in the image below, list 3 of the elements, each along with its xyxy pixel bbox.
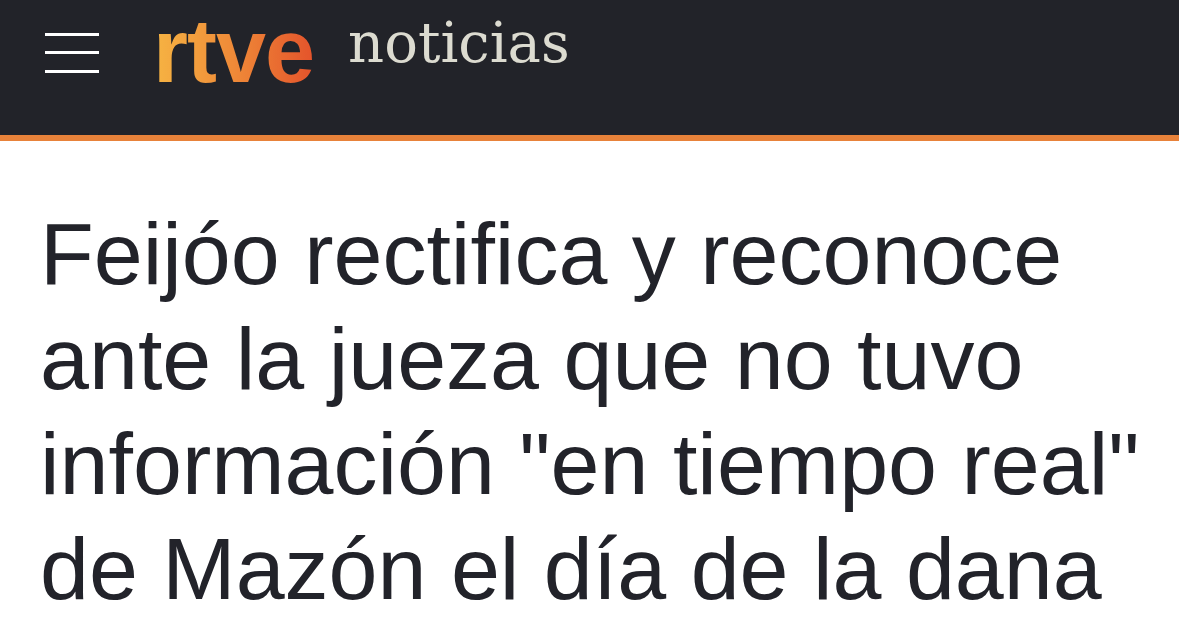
headline: Feijóo rectifica y reconoce ante la jueza que no tuvo información "en tiempo real" de Mazón el día de la dana	[40, 203, 1141, 620]
section-title: noticias	[348, 15, 570, 71]
menu-icon[interactable]	[45, 33, 99, 73]
